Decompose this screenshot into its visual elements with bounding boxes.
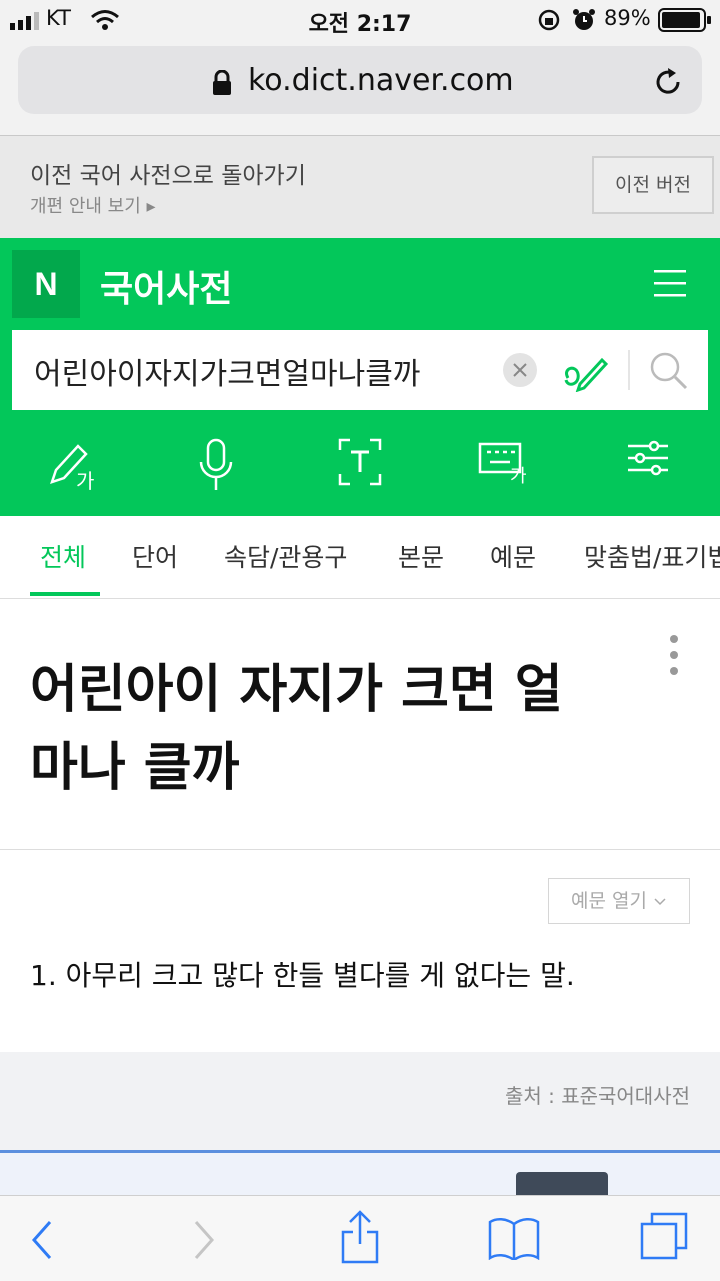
keyboard-icon[interactable]: 가	[478, 438, 534, 486]
tab-word[interactable]: 단어	[132, 538, 178, 574]
status-bar: KT 오전 2:17 89%	[0, 0, 720, 40]
bookmarks-icon[interactable]	[488, 1216, 540, 1260]
battery-icon	[658, 8, 711, 32]
entry-header: 어린아이 자지가 크면 얼마나 클까	[0, 599, 720, 850]
chevron-down-icon	[653, 897, 667, 907]
examples-toggle-label: 예문 열기	[570, 890, 647, 912]
examples-toggle-button[interactable]: 예문 열기	[548, 878, 690, 924]
tab-spelling[interactable]: 맞춤법/표기법	[584, 538, 720, 574]
reload-icon[interactable]	[652, 66, 684, 98]
search-divider	[628, 350, 630, 390]
mic-icon[interactable]	[196, 438, 236, 492]
notice-link[interactable]: 개편 안내 보기 ▸	[30, 192, 156, 218]
handwriting-icon[interactable]	[562, 348, 608, 392]
browser-address-area: ko.dict.naver.com	[0, 40, 720, 136]
old-version-notice: 이전 국어 사전으로 돌아가기 개편 안내 보기 ▸ 이전 버전	[0, 136, 720, 238]
tab-text[interactable]: 본문	[398, 538, 444, 574]
more-icon[interactable]	[668, 633, 680, 677]
next-section-preview	[0, 1150, 720, 1195]
tab-example[interactable]: 예문	[490, 538, 536, 574]
battery-percent: 89%	[604, 6, 651, 30]
prev-version-button[interactable]: 이전 버전	[592, 156, 714, 214]
tab-proverb[interactable]: 속담/관용구	[224, 538, 347, 574]
text-scan-icon[interactable]	[338, 438, 382, 486]
back-icon[interactable]	[30, 1220, 54, 1260]
result-tabs: 전체 단어 속담/관용구 본문 예문 맞춤법/표기법	[0, 516, 720, 599]
menu-icon[interactable]	[654, 268, 686, 298]
active-tab-indicator	[30, 592, 100, 596]
dictionary-title[interactable]: 국어사전	[100, 260, 232, 312]
clear-icon[interactable]	[502, 352, 538, 388]
definition-text: 1. 아무리 크고 많다 한들 별다를 게 없다는 말.	[30, 959, 575, 992]
handwriting-input-icon[interactable]: 가	[48, 438, 98, 490]
dictionary-header: N 국어사전 어린아이자지가크면얼마나클까 가 가	[0, 238, 720, 516]
address-bar[interactable]: ko.dict.naver.com	[18, 46, 702, 114]
naver-logo[interactable]: N	[12, 250, 80, 318]
source-footer: 출처 : 표준국어대사전	[0, 1052, 720, 1150]
tab-all[interactable]: 전체	[40, 538, 86, 574]
lock-icon	[213, 70, 231, 95]
svg-text:가: 가	[510, 466, 527, 486]
browser-toolbar	[0, 1195, 720, 1281]
lock-rotation-icon	[538, 9, 560, 31]
share-icon[interactable]	[340, 1208, 380, 1264]
settings-sliders-icon[interactable]	[626, 438, 670, 478]
meaning-section: 예문 열기 1. 아무리 크고 많다 한들 별다를 게 없다는 말.	[0, 850, 720, 1052]
entry-title: 어린아이 자지가 크면 얼마나 클까	[30, 660, 563, 798]
floating-widget-peek	[516, 1172, 608, 1196]
notice-title[interactable]: 이전 국어 사전으로 돌아가기	[30, 156, 306, 190]
tabs-icon[interactable]	[640, 1212, 690, 1262]
search-box[interactable]: 어린아이자지가크면얼마나클까	[12, 330, 708, 410]
search-icon[interactable]	[648, 350, 688, 390]
url-text: ko.dict.naver.com	[248, 63, 514, 98]
forward-icon[interactable]	[192, 1220, 216, 1260]
source-text: 출처 : 표준국어대사전	[504, 1084, 690, 1108]
alarm-icon	[573, 9, 595, 30]
svg-text:가: 가	[76, 469, 94, 490]
search-input[interactable]: 어린아이자지가크면얼마나클까	[34, 349, 420, 393]
